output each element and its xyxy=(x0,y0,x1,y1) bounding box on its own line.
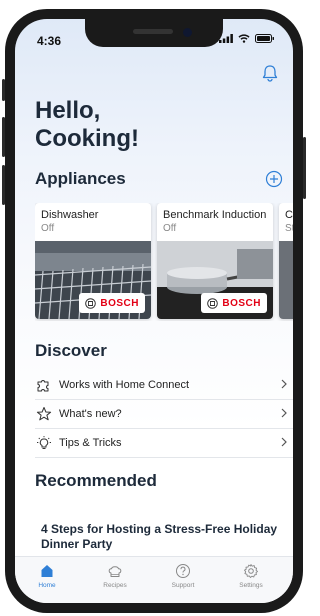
discover-item-tips[interactable]: Tips & Tricks xyxy=(35,429,293,458)
appliance-status: Off xyxy=(41,223,55,234)
appliance-card-partial[interactable]: Co St xyxy=(279,203,293,319)
tab-label: Settings xyxy=(239,582,263,589)
brand-logo-icon xyxy=(85,297,97,309)
speaker-grille xyxy=(133,29,173,34)
discover-item-label: Works with Home Connect xyxy=(59,379,190,391)
status-time: 4:36 xyxy=(37,34,62,48)
article-title: 4 Steps for Hosting a Stress-Free Holida… xyxy=(41,522,278,551)
tab-recipes[interactable]: Recipes xyxy=(90,563,140,589)
add-appliance-icon[interactable] xyxy=(265,170,283,188)
tab-support[interactable]: Support xyxy=(158,563,208,589)
status-icons xyxy=(219,34,275,43)
app-screen: 4:36 Hello, Cooking! Appliances Dishwash… xyxy=(15,19,293,603)
volume-up-button xyxy=(2,117,5,157)
brand-name: BOSCH xyxy=(100,297,139,309)
volume-down-button xyxy=(2,165,5,205)
lightbulb-icon xyxy=(37,436,51,449)
chevron-right-icon xyxy=(281,379,287,389)
chevron-right-icon xyxy=(281,437,287,447)
discover-heading: Discover xyxy=(35,341,107,360)
gear-icon xyxy=(244,564,258,578)
chevron-right-icon xyxy=(281,408,287,418)
appliance-status: Off xyxy=(163,223,177,234)
wifi-icon xyxy=(238,34,250,43)
brand-badge: BOSCH xyxy=(79,293,145,313)
appliance-name: Benchmark Induction xyxy=(163,209,267,221)
appliance-image xyxy=(279,241,293,319)
appliance-name: Co xyxy=(285,209,293,221)
battery-icon xyxy=(255,34,274,43)
discover-item-label: Tips & Tricks xyxy=(59,437,122,449)
tab-settings[interactable]: Settings xyxy=(226,563,276,589)
home-icon xyxy=(41,565,53,577)
front-camera xyxy=(183,28,192,37)
greeting-heading: Hello, Cooking! xyxy=(35,97,139,152)
bell-icon[interactable] xyxy=(260,63,280,83)
brand-logo-icon xyxy=(207,297,219,309)
mute-switch xyxy=(2,79,5,101)
discover-list: Works with Home Connect What's new? Tips… xyxy=(35,371,293,458)
bottom-tab-bar: Home Recipes Support Settings xyxy=(15,556,293,603)
tab-label: Recipes xyxy=(103,582,127,589)
puzzle-icon xyxy=(37,380,49,392)
recommended-heading: Recommended xyxy=(35,471,157,490)
discover-item-label: What's new? xyxy=(59,408,122,420)
brand-badge: BOSCH xyxy=(201,293,267,313)
brand-name: BOSCH xyxy=(222,297,261,309)
discover-item-home-connect[interactable]: Works with Home Connect xyxy=(35,371,293,400)
appliance-card-dishwasher[interactable]: Dishwasher Off BOSCH xyxy=(35,203,151,319)
appliance-carousel[interactable]: Dishwasher Off BOSCH Benchmark Induction… xyxy=(35,203,293,321)
tab-label: Support xyxy=(171,582,195,589)
discover-item-whats-new[interactable]: What's new? xyxy=(35,400,293,429)
appliance-status: St xyxy=(285,223,293,234)
power-button xyxy=(303,137,306,199)
question-icon xyxy=(176,564,190,578)
appliance-card-induction[interactable]: Benchmark Induction Off BOSCH xyxy=(157,203,273,319)
star-icon xyxy=(36,407,52,421)
appliances-heading: Appliances xyxy=(35,169,126,188)
phone-frame: 4:36 Hello, Cooking! Appliances Dishwash… xyxy=(2,9,306,613)
tab-home[interactable]: Home xyxy=(22,563,72,589)
appliance-name: Dishwasher xyxy=(41,209,99,221)
chef-hat-icon xyxy=(108,566,122,577)
tab-label: Home xyxy=(38,582,56,589)
device-notch xyxy=(85,19,223,47)
